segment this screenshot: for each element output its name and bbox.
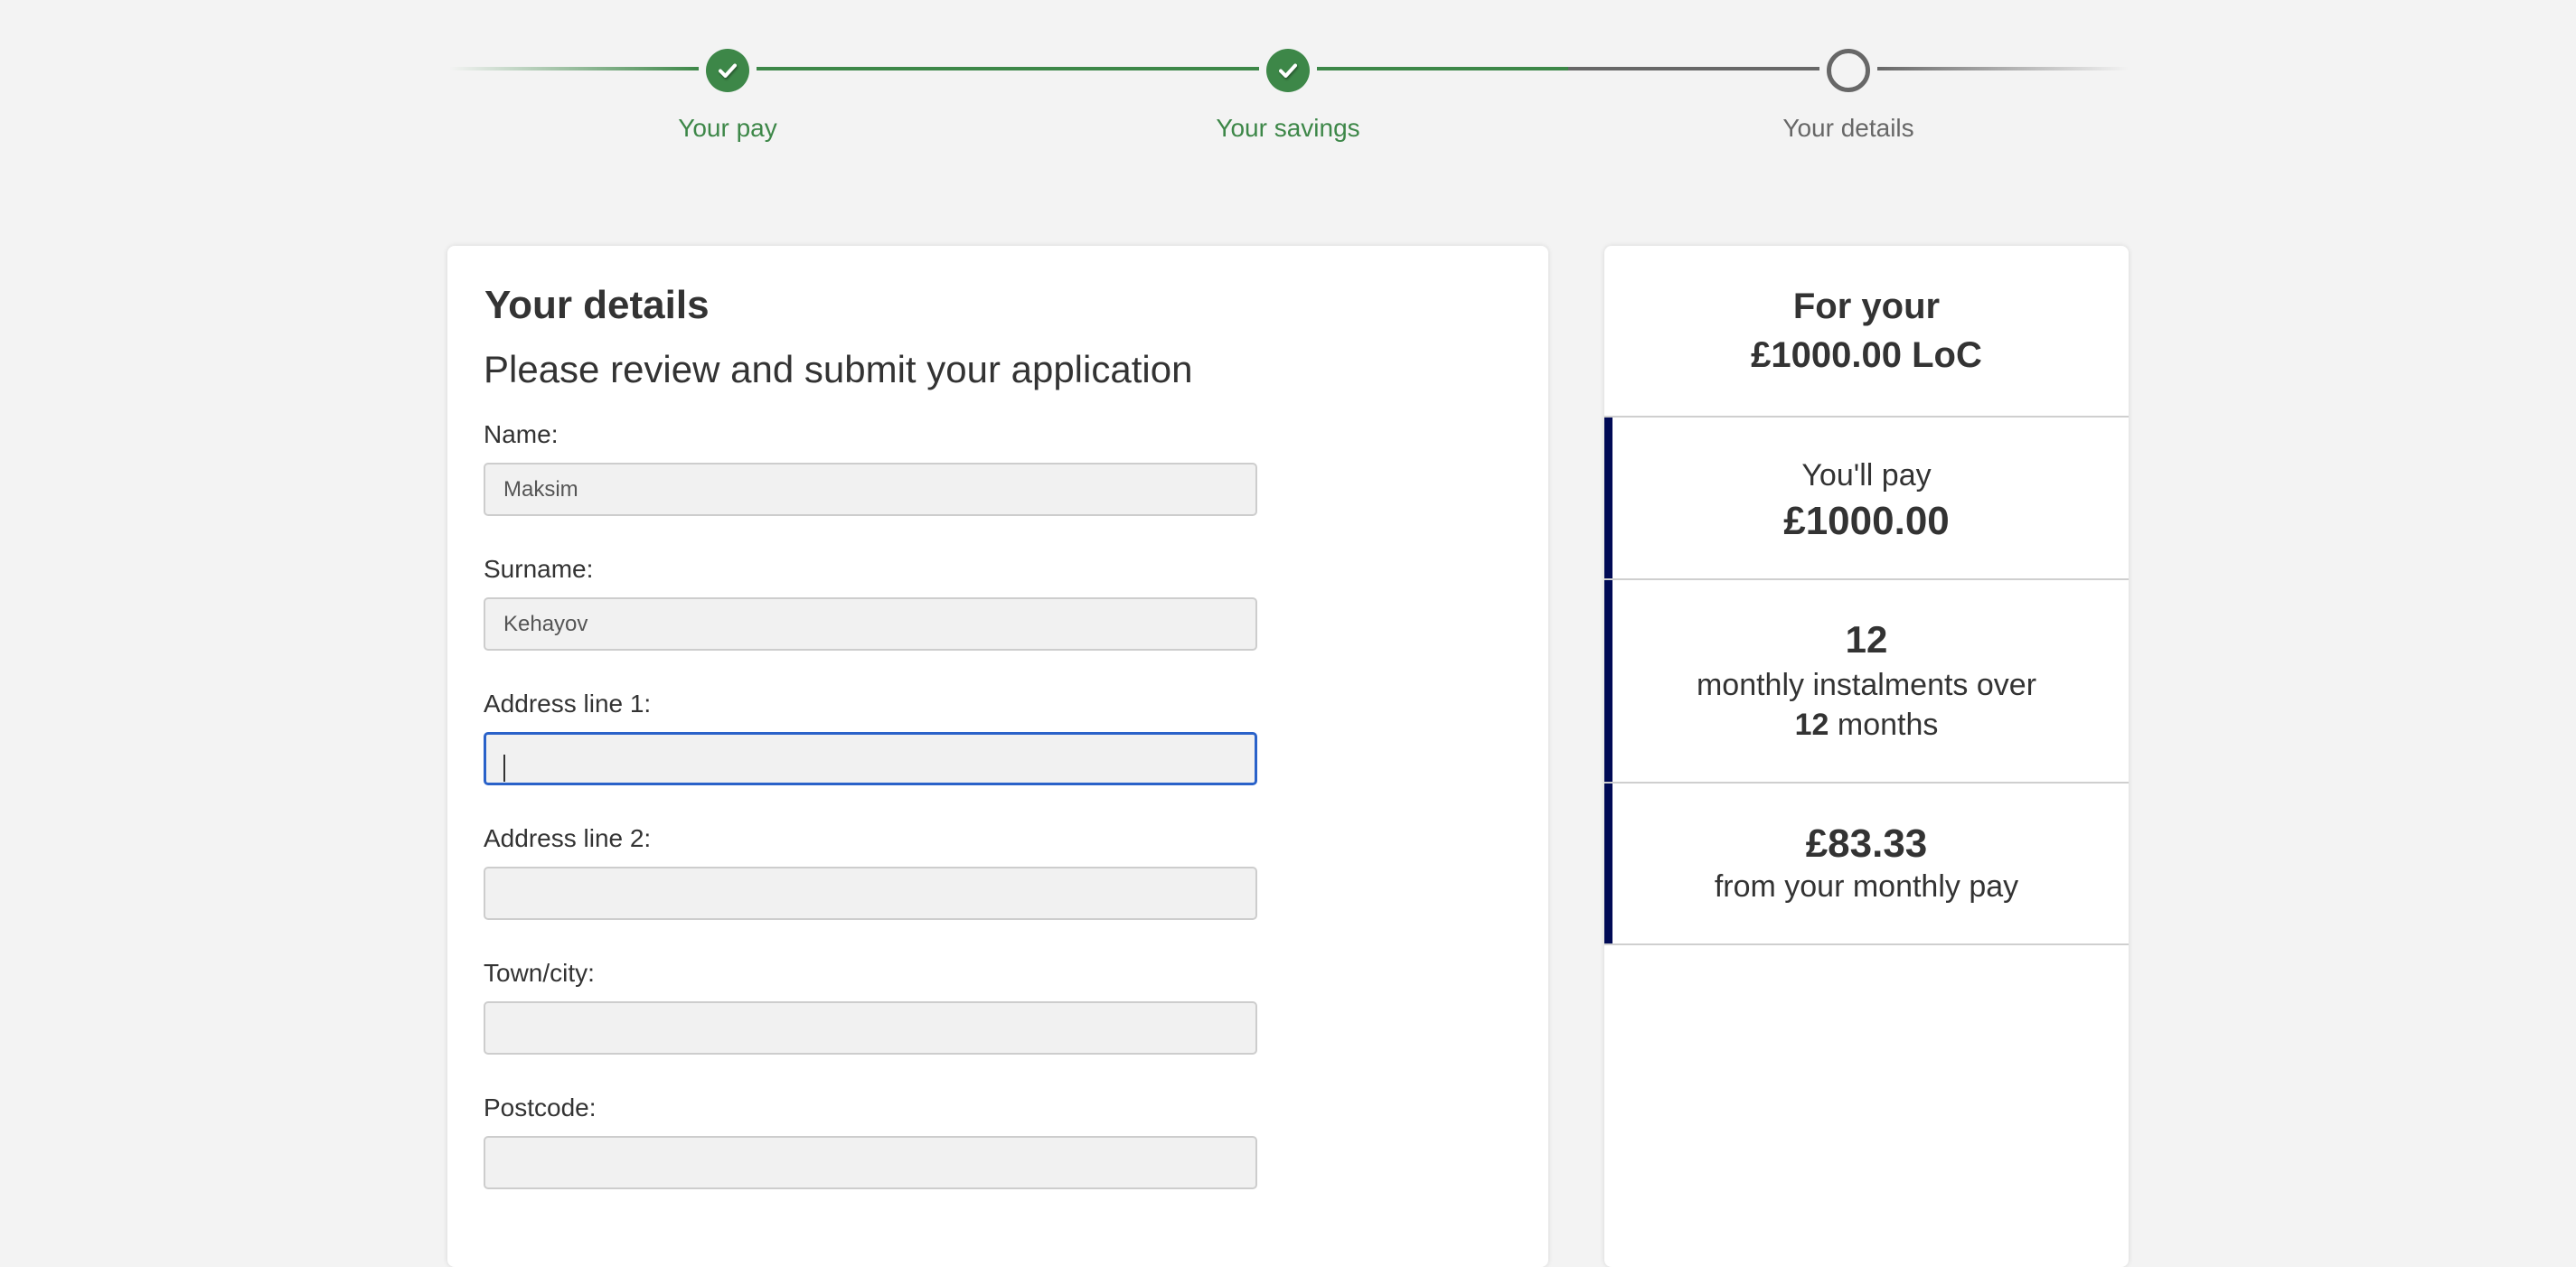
- monthly-amount: £83.33: [1805, 821, 1928, 866]
- address-line-1-field-group: Address line 1:: [484, 689, 1257, 785]
- instalments-text: monthly instalments over: [1696, 668, 2037, 702]
- name-input[interactable]: [484, 463, 1257, 516]
- pay-amount: £1000.00: [1783, 499, 1950, 543]
- town-city-field-group: Town/city:: [484, 958, 1257, 1055]
- empty-circle-icon: [1827, 49, 1870, 92]
- step-label: Your pay: [678, 114, 777, 142]
- surname-input[interactable]: [484, 597, 1257, 651]
- address-line-1-label: Address line 1:: [484, 690, 652, 718]
- instalments-count: 12: [1845, 618, 1888, 661]
- loan-summary-panel: For your £1000.00 LoC You'll pay £1000.0…: [1604, 246, 2129, 1267]
- stepper-track-2-pending: [1568, 67, 1819, 70]
- summary-header: For your £1000.00 LoC: [1604, 246, 2129, 418]
- check-icon: [719, 63, 737, 78]
- address-line-2-field-group: Address line 2:: [484, 823, 1257, 920]
- loc-amount: £1000.00 LoC: [1751, 335, 1982, 375]
- step-complete-circle: [706, 49, 749, 92]
- check-icon: [1279, 63, 1297, 78]
- text-caret: [503, 755, 505, 782]
- monthly-text: from your monthly pay: [1714, 869, 2019, 904]
- summary-monthly: £83.33 from your monthly pay: [1604, 784, 2129, 945]
- stepper-track-1: [757, 67, 1259, 70]
- months-count: 12: [1794, 708, 1829, 742]
- surname-label: Surname:: [484, 555, 594, 583]
- pay-label: You'll pay: [1801, 458, 1932, 493]
- town-city-input[interactable]: [484, 1001, 1257, 1055]
- postcode-field-group: Postcode:: [484, 1093, 1257, 1189]
- details-form-card: Your details Please review and submit yo…: [447, 246, 1548, 1267]
- name-label: Name:: [484, 420, 559, 448]
- stepper-track-lead: [449, 67, 699, 70]
- postcode-input[interactable]: [484, 1136, 1257, 1189]
- page-subtitle: Please review and submit your applicatio…: [484, 348, 1193, 390]
- summary-title: For your £1000.00 LoC: [1604, 282, 2129, 380]
- step-label: Your details: [1782, 114, 1914, 142]
- progress-stepper: Your pay Your savings Your details: [0, 0, 2576, 181]
- step-complete-circle: [1266, 49, 1310, 92]
- address-line-1-input[interactable]: [484, 732, 1257, 785]
- town-city-label: Town/city:: [484, 959, 595, 987]
- address-line-2-label: Address line 2:: [484, 824, 652, 852]
- step-label: Your savings: [1216, 114, 1360, 142]
- summary-total-pay: You'll pay £1000.00: [1604, 418, 2129, 580]
- months-line: 12 months: [1604, 705, 2129, 745]
- surname-field-group: Surname:: [484, 554, 1257, 651]
- stepper-track-2-complete: [1317, 67, 1568, 70]
- page-title: Your details: [484, 283, 710, 327]
- postcode-label: Postcode:: [484, 1093, 597, 1122]
- months-text: months: [1837, 708, 1939, 742]
- summary-instalments: 12 monthly instalments over 12 months: [1604, 580, 2129, 784]
- address-line-2-input[interactable]: [484, 867, 1257, 920]
- stepper-track-tail: [1877, 67, 2129, 70]
- summary-title-line-1: For your: [1792, 286, 1941, 326]
- name-field-group: Name:: [484, 419, 1257, 516]
